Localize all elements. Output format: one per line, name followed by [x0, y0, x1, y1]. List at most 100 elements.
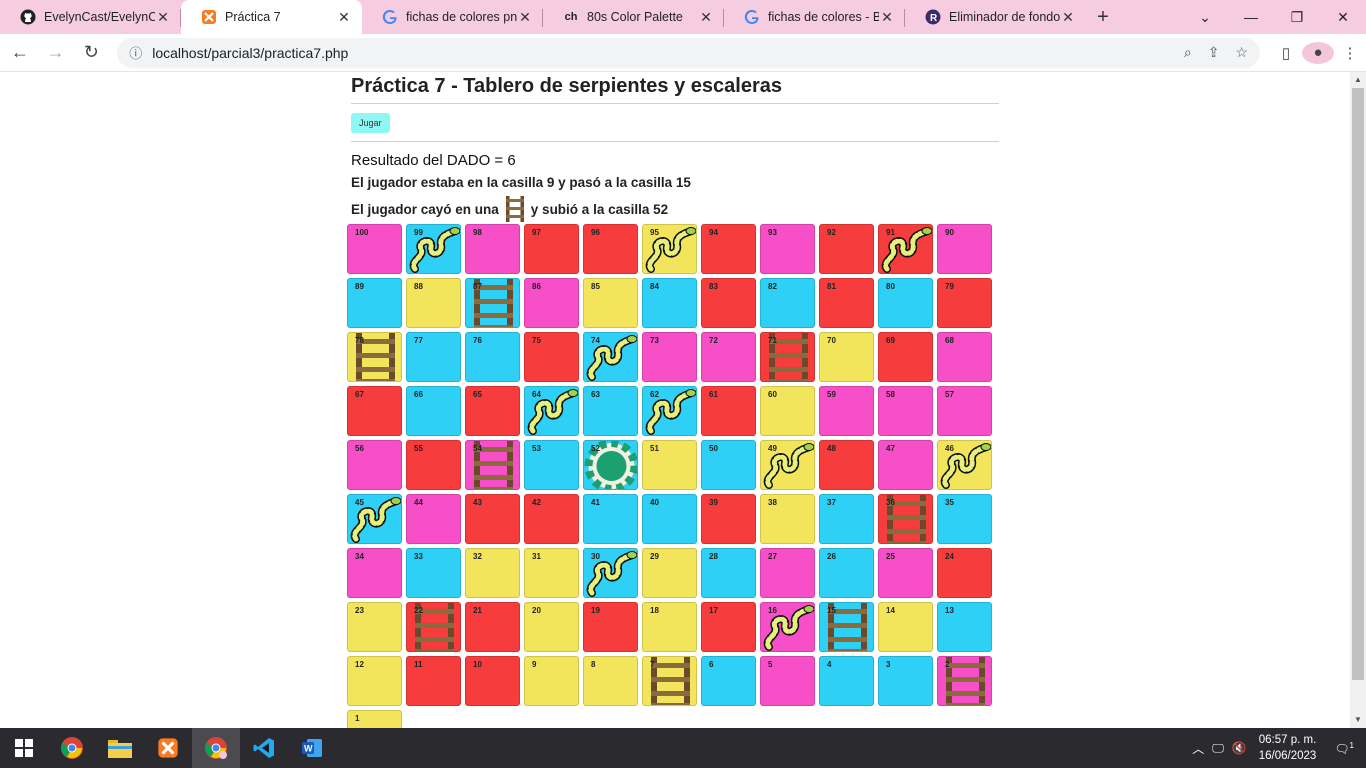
- close-icon[interactable]: ✕: [336, 9, 352, 26]
- cell-number: 32: [473, 552, 482, 561]
- close-window-icon[interactable]: ✕: [1320, 0, 1366, 34]
- tab-search-icon[interactable]: ⌄: [1182, 0, 1228, 34]
- scroll-up-icon[interactable]: ▲: [1350, 72, 1366, 88]
- word-icon[interactable]: W: [288, 728, 336, 768]
- cell-number: 51: [650, 444, 659, 453]
- vscode-icon[interactable]: [240, 728, 288, 768]
- cell-number: 89: [355, 282, 364, 291]
- bookmark-star-icon[interactable]: ☆: [1235, 44, 1248, 61]
- close-icon[interactable]: ✕: [698, 9, 714, 26]
- cell-number: 49: [768, 444, 777, 453]
- profile-icon[interactable]: ●: [1301, 41, 1334, 64]
- board-cell-28: 28: [701, 548, 756, 598]
- cell-number: 48: [827, 444, 836, 453]
- zoom-icon[interactable]: ⌕: [1184, 44, 1192, 61]
- close-icon[interactable]: ✕: [1060, 9, 1076, 26]
- board-cell-81: 81: [819, 278, 874, 328]
- new-tab-button[interactable]: +: [1086, 0, 1120, 34]
- cell-number: 9: [532, 660, 537, 669]
- board-cell-21: 21: [465, 602, 520, 652]
- board-cell-32: 32: [465, 548, 520, 598]
- cell-number: 64: [532, 390, 541, 399]
- board-cell-79: 79: [937, 278, 992, 328]
- cell-number: 90: [945, 228, 954, 237]
- board-cell-98: 98: [465, 224, 520, 274]
- board-cell-57: 57: [937, 386, 992, 436]
- cell-number: 61: [709, 390, 718, 399]
- tab-remove-bg[interactable]: R Eliminador de fondos ✕: [905, 0, 1086, 34]
- close-icon[interactable]: ✕: [155, 9, 171, 26]
- cell-number: 35: [945, 498, 954, 507]
- board-cell-31: 31: [524, 548, 579, 598]
- windows-start-icon[interactable]: [0, 728, 48, 768]
- cell-number: 2: [945, 660, 950, 669]
- board-cell-42: 42: [524, 494, 579, 544]
- reload-icon[interactable]: ↻: [75, 37, 107, 69]
- cell-number: 82: [768, 282, 777, 291]
- cell-number: 19: [591, 606, 600, 615]
- xampp-taskbar-icon[interactable]: [144, 728, 192, 768]
- cell-number: 75: [532, 336, 541, 345]
- chrome-profile-icon[interactable]: [192, 728, 240, 768]
- board-cell-26: 26: [819, 548, 874, 598]
- minimize-icon[interactable]: —: [1228, 0, 1274, 34]
- cell-number: 92: [827, 228, 836, 237]
- scroll-down-icon[interactable]: ▼: [1350, 712, 1366, 728]
- board-cell-71: 71: [760, 332, 815, 382]
- cell-number: 5: [768, 660, 773, 669]
- url-text: localhost/parcial3/practica7.php: [152, 44, 349, 61]
- address-bar[interactable]: ⓘ localhost/parcial3/practica7.php ⌕ ⇪ ☆: [117, 37, 1260, 68]
- board-cell-82: 82: [760, 278, 815, 328]
- board-cell-12: 12: [347, 656, 402, 706]
- chrome-icon[interactable]: [48, 728, 96, 768]
- scroll-thumb[interactable]: [1352, 88, 1364, 680]
- close-icon[interactable]: ✕: [879, 9, 895, 26]
- google-icon: [744, 9, 760, 25]
- google-icon: [382, 9, 398, 25]
- cell-number: 11: [414, 660, 423, 669]
- vertical-scrollbar[interactable]: ▲ ▼: [1350, 72, 1366, 728]
- board-cell-6: 6: [701, 656, 756, 706]
- board-cell-18: 18: [642, 602, 697, 652]
- cell-number: 66: [414, 390, 423, 399]
- cell-number: 37: [827, 498, 836, 507]
- board-cell-3: 3: [878, 656, 933, 706]
- cell-number: 40: [650, 498, 659, 507]
- file-explorer-icon[interactable]: [96, 728, 144, 768]
- jugar-button[interactable]: Jugar: [351, 113, 390, 133]
- tab-fichas-png[interactable]: fichas de colores png ✕: [362, 0, 543, 34]
- tab-github[interactable]: EvelynCast/EvelynCast ✕: [0, 0, 181, 34]
- close-icon[interactable]: ✕: [517, 9, 533, 26]
- volume-muted-icon[interactable]: 🔇: [1232, 741, 1247, 755]
- board-cell-75: 75: [524, 332, 579, 382]
- share-icon[interactable]: ⇪: [1208, 44, 1220, 61]
- board-cell-62: 62: [642, 386, 697, 436]
- tab-practica7[interactable]: Práctica 7 ✕: [181, 0, 362, 34]
- cell-number: 24: [945, 552, 954, 561]
- board-cell-48: 48: [819, 440, 874, 490]
- cell-number: 70: [827, 336, 836, 345]
- cell-number: 27: [768, 552, 777, 561]
- back-icon[interactable]: ←: [4, 37, 36, 69]
- cell-number: 53: [532, 444, 541, 453]
- board-cell-27: 27: [760, 548, 815, 598]
- side-panel-icon[interactable]: ▯: [1270, 44, 1302, 62]
- tab-80s-palette[interactable]: ch 80s Color Palette ✕: [543, 0, 724, 34]
- cell-number: 21: [473, 606, 482, 615]
- tab-fichas-busqueda[interactable]: fichas de colores - Bús ✕: [724, 0, 905, 34]
- board-cell-34: 34: [347, 548, 402, 598]
- board-cell-77: 77: [406, 332, 461, 382]
- info-icon[interactable]: ⓘ: [129, 43, 142, 62]
- chevron-up-icon[interactable]: ︿: [1192, 740, 1204, 757]
- cell-number: 54: [473, 444, 482, 453]
- system-tray: ︿ 🖵 🔇 06:57 p. m. 16/06/2023 🗨1: [1188, 728, 1366, 768]
- cell-number: 77: [414, 336, 423, 345]
- notifications-icon[interactable]: 🗨1: [1334, 741, 1354, 756]
- cell-number: 93: [768, 228, 777, 237]
- board-cell-95: 95: [642, 224, 697, 274]
- restore-icon[interactable]: ❐: [1274, 0, 1320, 34]
- clock[interactable]: 06:57 p. m. 16/06/2023: [1259, 732, 1317, 764]
- network-icon[interactable]: 🖵: [1212, 741, 1224, 756]
- menu-icon[interactable]: ⋮: [1334, 44, 1366, 62]
- forward-icon[interactable]: →: [40, 37, 72, 69]
